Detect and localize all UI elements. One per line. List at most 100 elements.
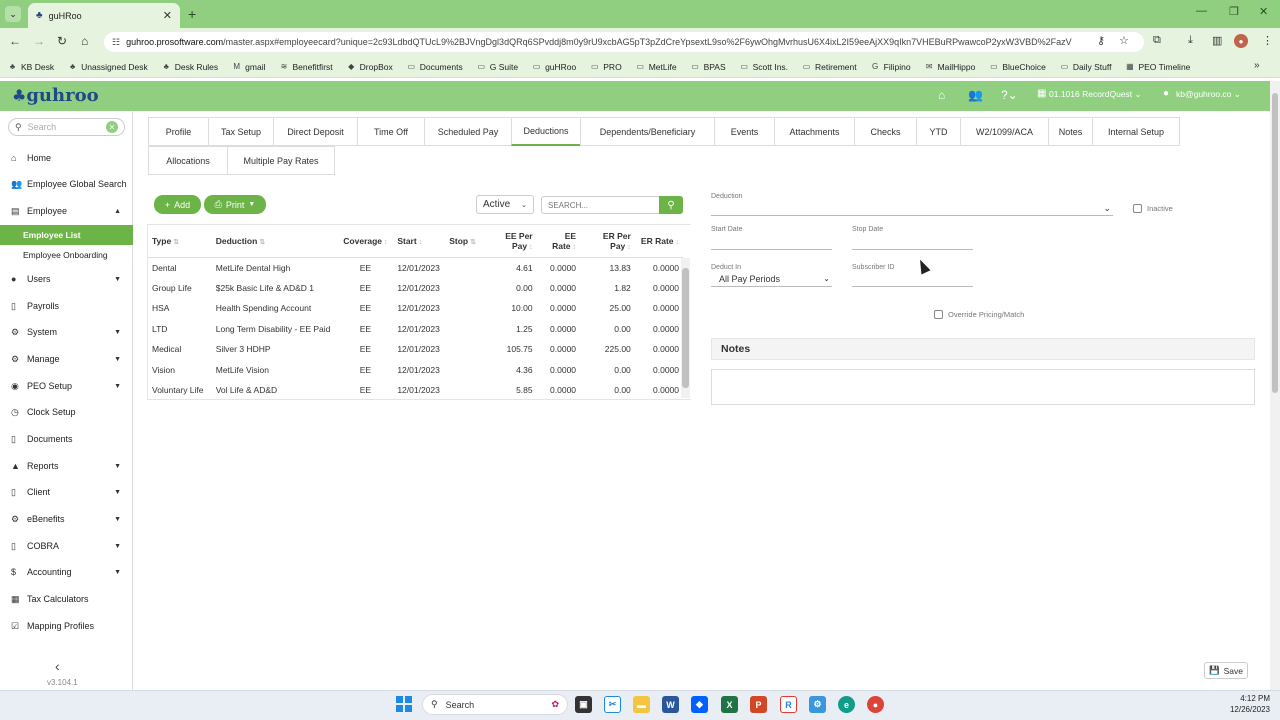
bookmark-documents[interactable]: ▭ Documents xyxy=(407,62,462,72)
file-explorer-icon[interactable]: ▬ xyxy=(633,696,650,713)
tab-dependents-beneficiary[interactable]: Dependents/Beneficiary xyxy=(580,117,715,146)
status-filter-select[interactable]: Active ⌄ xyxy=(476,195,534,214)
sidebar-item-ebenefits[interactable]: ⚙ eBenefits ▼ xyxy=(0,509,133,529)
sidebar-item-employee-list[interactable]: Employee List xyxy=(0,225,133,245)
forward-icon[interactable]: → xyxy=(33,34,45,48)
taskbar-clock[interactable]: 4:12 PM 12/26/2023 xyxy=(1210,693,1270,715)
tab-direct-deposit[interactable]: Direct Deposit xyxy=(273,117,358,146)
sidebar-item-documents[interactable]: ▯ Documents xyxy=(0,429,133,449)
table-search-input[interactable] xyxy=(541,196,661,214)
notes-textarea[interactable] xyxy=(711,369,1255,405)
restore-icon[interactable]: ❐ xyxy=(1229,5,1239,18)
column-header-start[interactable]: Start ↕ xyxy=(393,225,446,258)
people-header-icon[interactable]: 👥 xyxy=(968,88,983,102)
save-button[interactable]: 💾 Save xyxy=(1204,662,1248,679)
remote-app-icon[interactable]: R xyxy=(780,696,797,713)
tab-checks[interactable]: Checks xyxy=(854,117,917,146)
tab-notes[interactable]: Notes xyxy=(1048,117,1093,146)
sidebar-item-peo-setup[interactable]: ◉ PEO Setup ▼ xyxy=(0,376,133,396)
bookmark-pro[interactable]: ▭ PRO xyxy=(590,62,622,72)
bookmark-g-suite[interactable]: ▭ G Suite xyxy=(477,62,518,72)
sidebar-item-manage[interactable]: ⚙ Manage ▼ xyxy=(0,349,133,369)
company-selector[interactable]: 01.1016 RecordQuest ⌄ xyxy=(1049,89,1142,100)
bookmark-metlife[interactable]: ▭ MetLife xyxy=(636,62,676,72)
excel-icon[interactable]: X xyxy=(721,696,738,713)
profile-avatar[interactable]: ● xyxy=(1234,34,1248,48)
sidebar-search[interactable]: ⚲ Search ✕ xyxy=(8,118,125,136)
bookmark-dropbox[interactable]: ◆ DropBox xyxy=(347,62,393,72)
tab-multiple-pay-rates[interactable]: Multiple Pay Rates xyxy=(227,146,335,175)
chrome-icon[interactable]: ● xyxy=(867,696,884,713)
tab-time-off[interactable]: Time Off xyxy=(357,117,425,146)
bookmark-scott-ins-[interactable]: ▭ Scott Ins. xyxy=(740,62,788,72)
site-info-icon[interactable]: ☷ xyxy=(112,37,120,48)
tab-search-icon[interactable]: ⌄ xyxy=(5,6,21,22)
bookmark-desk-rules[interactable]: ♣ Desk Rules xyxy=(162,62,219,72)
bookmark-star-icon[interactable]: ☆ xyxy=(1119,34,1129,47)
collapse-sidebar-icon[interactable]: ‹ xyxy=(55,658,60,674)
word-icon[interactable]: W xyxy=(662,696,679,713)
sidebar-item-client[interactable]: ▯ Client ▼ xyxy=(0,482,133,502)
deduction-select[interactable]: ⌄ xyxy=(711,201,1113,216)
table-row[interactable]: Group Life $25k Basic Life & AD&D 1 EE 12/0… xyxy=(148,278,683,299)
clear-search-icon[interactable]: ✕ xyxy=(106,121,118,133)
stop-date-input[interactable] xyxy=(852,234,973,250)
back-icon[interactable]: ← xyxy=(9,34,21,48)
sidebar-item-reports[interactable]: ▲ Reports ▼ xyxy=(0,456,133,476)
tab-scheduled-pay[interactable]: Scheduled Pay xyxy=(424,117,512,146)
table-row[interactable]: Voluntary Life Vol Life & AD&D EE 12/01/202… xyxy=(148,380,683,401)
bookmark-kb-desk[interactable]: ♣ KB Desk xyxy=(8,62,54,72)
edge-icon[interactable]: e xyxy=(838,696,855,713)
guhroo-logo[interactable]: ♣guhroo xyxy=(12,85,99,106)
bookmark-mailhippo[interactable]: ✉ MailHippo xyxy=(925,62,976,72)
reload-icon[interactable]: ↻ xyxy=(57,34,67,48)
new-tab-icon[interactable]: + xyxy=(188,6,196,22)
tab-attachments[interactable]: Attachments xyxy=(774,117,855,146)
sidebar-item-employee[interactable]: ▤ Employee ▲ xyxy=(0,201,133,221)
table-search-button[interactable]: ⚲ xyxy=(659,196,683,214)
bookmark-retirement[interactable]: ▭ Retirement xyxy=(802,62,857,72)
download-icon[interactable]: ⤓ xyxy=(1188,34,1193,47)
bookmark-filipino[interactable]: G Filipino xyxy=(871,62,911,72)
bookmark-gmail[interactable]: Mgmail xyxy=(232,62,265,72)
browser-tab[interactable]: ♣ guHRoo ✕ xyxy=(28,3,180,28)
deduct-in-select[interactable]: All Pay Periods ⌄ xyxy=(711,271,832,287)
tab-deductions[interactable]: Deductions xyxy=(511,117,581,146)
sidebar-item-home[interactable]: ⌂ Home xyxy=(0,148,133,168)
sidebar-item-mapping-profiles[interactable]: ☑ Mapping Profiles xyxy=(0,616,133,636)
settings-app-icon[interactable]: ⚙ xyxy=(809,696,826,713)
home-browser-icon[interactable]: ⌂ xyxy=(81,34,88,48)
tab-tax-setup[interactable]: Tax Setup xyxy=(208,117,274,146)
print-button[interactable]: ⎙ Print ▼ xyxy=(204,195,266,214)
tab-internal-setup[interactable]: Internal Setup xyxy=(1092,117,1180,146)
snipping-tool-icon[interactable]: ✂ xyxy=(604,696,621,713)
tab-profile[interactable]: Profile xyxy=(148,117,209,146)
sidebar-item-clock-setup[interactable]: ◷ Clock Setup xyxy=(0,402,133,422)
windows-start-icon[interactable] xyxy=(396,696,412,712)
tab-allocations[interactable]: Allocations xyxy=(148,146,228,175)
column-header-ee-per-pay[interactable]: EE Per Pay ↕ xyxy=(479,225,537,258)
key-icon[interactable]: ⚷ xyxy=(1097,34,1105,47)
column-header-coverage[interactable]: Coverage ↕ xyxy=(337,225,394,258)
table-scrollbar[interactable] xyxy=(681,258,690,398)
minimize-icon[interactable]: — xyxy=(1196,5,1207,17)
sidebar-item-cobra[interactable]: ▯ COBRA ▼ xyxy=(0,536,133,556)
override-pricing-checkbox[interactable]: Override Pricing/Match xyxy=(934,310,1024,319)
help-icon[interactable]: ?⌄ xyxy=(1001,88,1018,102)
bookmark-peo-timeline[interactable]: ▦ PEO Timeline xyxy=(1125,62,1190,72)
home-header-icon[interactable]: ⌂ xyxy=(938,88,945,102)
bookmark-bluechoice[interactable]: ▭ BlueChoice xyxy=(989,62,1046,72)
column-header-deduction[interactable]: Deduction ⇅ xyxy=(211,225,338,258)
close-tab-icon[interactable]: ✕ xyxy=(163,9,172,22)
task-view-icon[interactable]: ▣ xyxy=(575,696,592,713)
more-bookmarks-icon[interactable]: » xyxy=(1254,60,1260,71)
sidebar-item-users[interactable]: ● Users ▼ xyxy=(0,269,133,289)
sidebar-item-system[interactable]: ⚙ System ▼ xyxy=(0,322,133,342)
bookmark-benefitfirst[interactable]: ≋ Benefitfirst xyxy=(279,62,333,72)
address-bar[interactable]: ☷ guhroo.prosoftware.com/master.aspx#emp… xyxy=(104,32,1144,52)
add-button[interactable]: + Add xyxy=(154,195,201,214)
column-header-type[interactable]: Type ⇅ xyxy=(148,225,212,258)
subscriber-id-input[interactable] xyxy=(852,271,973,287)
table-row[interactable]: LTD Long Term Disability - EE Paid EE 12/01… xyxy=(148,319,683,340)
page-scrollbar[interactable] xyxy=(1270,81,1280,690)
